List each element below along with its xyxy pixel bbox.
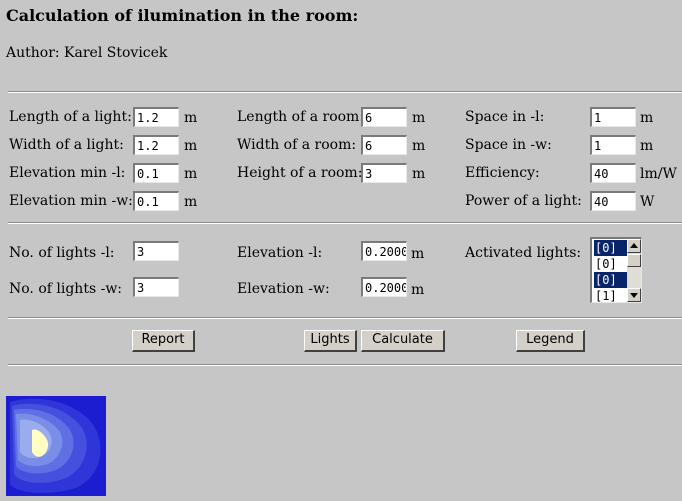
unit-m: m [640, 138, 654, 154]
unit-m: m [184, 138, 198, 154]
length-of-light-input[interactable]: 1.2 [133, 107, 179, 127]
label-height-of-room: Height of a room: [237, 165, 363, 181]
lights-button[interactable]: Lights [304, 330, 357, 352]
space-in-l-input[interactable]: 1 [590, 107, 636, 127]
label-elevation-w: Elevation -w: [237, 281, 330, 297]
list-item[interactable]: [0][0] [594, 240, 629, 271]
label-width-of-room: Width of a room: [237, 137, 357, 153]
unit-m: m [412, 110, 426, 126]
calculate-button[interactable]: Calculate [361, 330, 445, 352]
label-length-of-room: Length of a room: [237, 109, 365, 125]
label-elevation-l: Elevation -l: [237, 245, 323, 261]
list-item[interactable]: [0][1] [594, 256, 629, 287]
scroll-down-button[interactable] [627, 288, 641, 302]
illumination-map [6, 396, 106, 496]
unit-w: W [640, 194, 655, 210]
divider-middle [8, 222, 682, 224]
list-item[interactable]: [1][0] [594, 288, 629, 302]
unit-m: m [640, 110, 654, 126]
unit-m: m [184, 194, 198, 210]
lights-l-input[interactable]: 3 [133, 241, 179, 261]
unit-m: m [411, 246, 425, 262]
unit-lm-per-w: lm/W [640, 166, 677, 182]
unit-m: m [411, 282, 425, 298]
label-space-in-l: Space in -l: [465, 109, 545, 125]
scroll-up-button[interactable] [627, 239, 641, 253]
divider-lower [8, 317, 682, 319]
label-space-in-w: Space in -w: [465, 137, 552, 153]
divider-top [8, 91, 682, 93]
scroll-down-icon [630, 293, 638, 298]
scroll-thumb[interactable] [627, 254, 641, 267]
length-of-room-input[interactable]: 6 [361, 107, 407, 127]
height-of-room-input[interactable]: 3 [361, 163, 407, 183]
label-elevation-min-w: Elevation min -w: [9, 193, 133, 209]
label-length-of-light: Length of a light: [9, 109, 132, 125]
unit-m: m [184, 166, 198, 182]
label-efficiency: Efficiency: [465, 165, 540, 181]
list-item[interactable]: [0][2] [594, 272, 629, 302]
unit-m: m [412, 138, 426, 154]
label-lights-l: No. of lights -l: [9, 245, 115, 261]
width-of-room-input[interactable]: 6 [361, 135, 407, 155]
legend-button[interactable]: Legend [516, 330, 585, 352]
unit-m: m [184, 110, 198, 126]
listbox-scrollbar[interactable] [627, 239, 641, 302]
elevation-w-input[interactable]: 0.20000 [361, 277, 407, 297]
scroll-up-icon [630, 243, 638, 248]
label-power-of-light: Power of a light: [465, 193, 582, 209]
activated-lights-listbox[interactable]: [0][0] [0][1] [0][2] [1][0] [590, 237, 642, 303]
divider-bottom [8, 364, 682, 366]
report-button[interactable]: Report [132, 330, 195, 352]
label-elevation-min-l: Elevation min -l: [9, 165, 126, 181]
elevation-l-input[interactable]: 0.20000 [361, 241, 407, 261]
efficiency-input[interactable]: 40 [590, 163, 636, 183]
author-text: Author: Karel Stovicek [6, 45, 168, 61]
label-activated-lights: Activated lights: [465, 245, 582, 261]
lights-w-input[interactable]: 3 [133, 277, 179, 297]
power-of-light-input[interactable]: 40 [590, 191, 636, 211]
width-of-light-input[interactable]: 1.2 [133, 135, 179, 155]
elevation-min-l-input[interactable]: 0.1 [133, 163, 179, 183]
elevation-min-w-input[interactable]: 0.1 [133, 191, 179, 211]
unit-m: m [412, 166, 426, 182]
space-in-w-input[interactable]: 1 [590, 135, 636, 155]
label-width-of-light: Width of a light: [9, 137, 124, 153]
page-title: Calculation of ilumination in the room: [6, 6, 359, 25]
label-lights-w: No. of lights -w: [9, 281, 123, 297]
